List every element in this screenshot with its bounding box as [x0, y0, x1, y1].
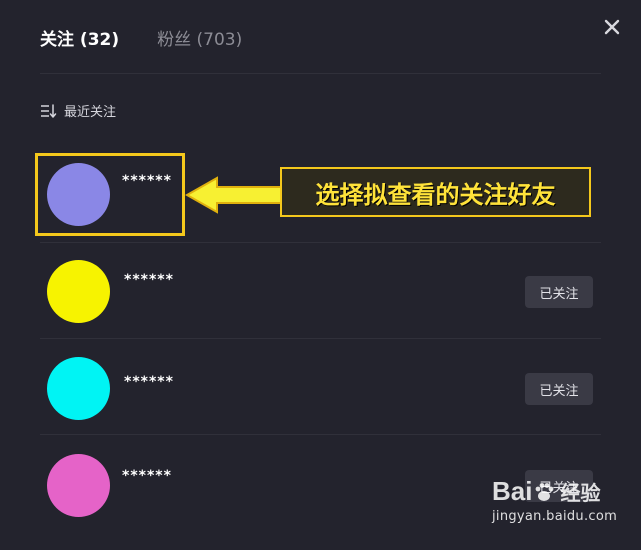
avatar[interactable] — [47, 357, 110, 420]
tab-following[interactable]: 关注 (32) — [40, 29, 119, 51]
avatar[interactable] — [47, 454, 110, 517]
baidu-logo: Bai 经验 — [492, 476, 632, 507]
logo-cn-text: 经验 — [560, 483, 601, 505]
tab-bar: 关注 (32) 粉丝 (703) — [40, 29, 242, 51]
sort-icon — [41, 103, 57, 118]
highlight-box — [35, 153, 185, 236]
logo-text: Bai — [492, 476, 533, 506]
arrow-left-icon — [185, 176, 282, 214]
sort-selector[interactable]: 最近关注 — [40, 101, 116, 120]
followed-button[interactable]: 已关注 — [525, 373, 593, 405]
username[interactable]: ****** — [124, 374, 174, 390]
close-icon[interactable] — [603, 18, 621, 36]
list-item[interactable]: ****** 已关注 — [0, 243, 641, 339]
header-divider — [40, 73, 601, 74]
sort-label: 最近关注 — [64, 105, 117, 120]
tab-followers[interactable]: 粉丝 (703) — [157, 29, 242, 51]
callout-label: 选择拟查看的关注好友 — [280, 167, 591, 217]
watermark-url: jingyan.baidu.com — [492, 509, 618, 524]
list-item[interactable]: ****** 已关注 — [0, 339, 641, 435]
followed-button[interactable]: 已关注 — [525, 276, 593, 308]
paw-icon — [536, 482, 554, 501]
username[interactable]: ****** — [122, 468, 172, 484]
avatar[interactable] — [47, 260, 110, 323]
baidu-jingyan-watermark: Bai 经验 jingyan.baidu.com — [492, 476, 632, 542]
follow-panel: 关注 (32) 粉丝 (703) 最近关注 ****** ****** 已关注 … — [0, 0, 641, 550]
username[interactable]: ****** — [124, 272, 174, 288]
